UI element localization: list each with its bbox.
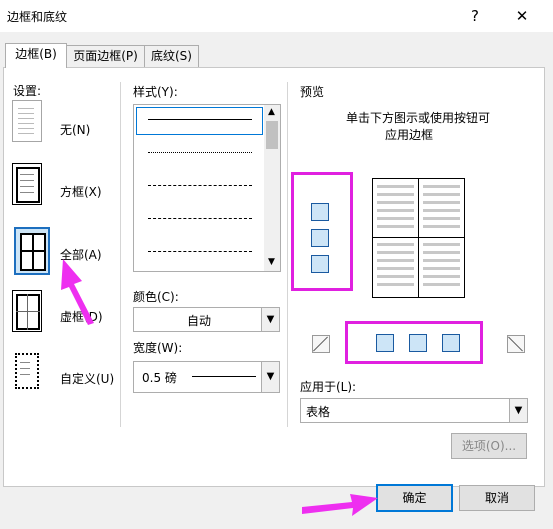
tab-borders[interactable]: 边框(B)	[5, 43, 67, 68]
options-button[interactable]: 选项(O)...	[451, 433, 527, 459]
setting-custom-icon[interactable]	[12, 350, 40, 390]
separator-left	[120, 82, 121, 427]
chevron-down-icon[interactable]: ▼	[509, 399, 527, 422]
annotation-arrow-icon	[61, 259, 94, 325]
style-scrollbar[interactable]: ▲ ▼	[264, 105, 280, 271]
apply-to-select[interactable]: 表格 ▼	[300, 398, 528, 423]
color-value: 自动	[187, 314, 212, 328]
style-solid-line[interactable]	[148, 119, 252, 120]
style-dotted-line[interactable]	[148, 152, 252, 153]
color-heading: 颜色(C):	[133, 290, 179, 304]
border-inside-horizontal-button[interactable]	[311, 229, 329, 247]
width-line-sample	[192, 376, 256, 377]
preview-table[interactable]	[372, 178, 465, 298]
scroll-up-icon[interactable]: ▲	[268, 107, 275, 117]
style-dashed-line[interactable]	[148, 185, 252, 186]
help-button[interactable]: ?	[455, 2, 495, 30]
preview-heading: 预览	[300, 85, 325, 99]
setting-box-label[interactable]: 方框(X)	[60, 183, 102, 200]
cancel-button[interactable]: 取消	[459, 485, 535, 511]
setting-custom-label[interactable]: 自定义(U)	[60, 370, 114, 387]
diagonal-down-icon[interactable]	[507, 335, 525, 353]
width-heading: 宽度(W):	[133, 341, 183, 355]
style-heading: 样式(Y):	[133, 85, 178, 99]
tab-shading[interactable]: 底纹(S)	[144, 45, 199, 68]
width-value: 0.5 磅	[142, 371, 177, 385]
setting-grid-icon[interactable]	[12, 290, 42, 332]
title-bar: 边框和底纹 ? ✕	[0, 0, 553, 32]
setting-none-label[interactable]: 无(N)	[60, 121, 90, 138]
border-bottom-button[interactable]	[311, 255, 329, 273]
border-inside-vertical-button[interactable]	[409, 334, 427, 352]
width-select[interactable]: 0.5 磅 ▼	[133, 361, 280, 393]
diagonal-up-icon[interactable]	[312, 335, 330, 353]
border-top-button[interactable]	[311, 203, 329, 221]
tab-page-border[interactable]: 页面边框(P)	[66, 45, 145, 68]
border-right-button[interactable]	[442, 334, 460, 352]
annotation-arrow-icon	[302, 494, 378, 516]
scroll-down-icon[interactable]: ▼	[268, 257, 275, 267]
setting-none-icon[interactable]	[12, 100, 42, 142]
ok-button[interactable]: 确定	[376, 484, 453, 512]
close-button[interactable]: ✕	[502, 2, 542, 30]
preview-hint-line2: 应用边框	[385, 128, 434, 142]
preview-hint-line1: 单击下方图示或使用按钮可	[346, 111, 491, 125]
window-title: 边框和底纹	[7, 10, 68, 24]
separator-right	[287, 82, 288, 427]
apply-to-heading: 应用于(L):	[300, 380, 357, 394]
settings-heading: 设置:	[13, 84, 42, 98]
border-left-button[interactable]	[376, 334, 394, 352]
setting-all-icon[interactable]	[14, 227, 50, 275]
style-dash-long-line[interactable]	[148, 218, 252, 219]
chevron-down-icon[interactable]: ▼	[261, 362, 279, 392]
setting-box-icon[interactable]	[12, 163, 42, 205]
style-dash-dot-line[interactable]	[148, 251, 252, 252]
chevron-down-icon[interactable]: ▼	[261, 308, 279, 331]
color-select[interactable]: 自动 ▼	[133, 307, 280, 332]
scroll-thumb[interactable]	[266, 121, 278, 149]
style-selected-item[interactable]	[136, 107, 263, 135]
style-listbox[interactable]: ▲ ▼	[133, 104, 281, 272]
apply-to-value: 表格	[306, 405, 331, 419]
